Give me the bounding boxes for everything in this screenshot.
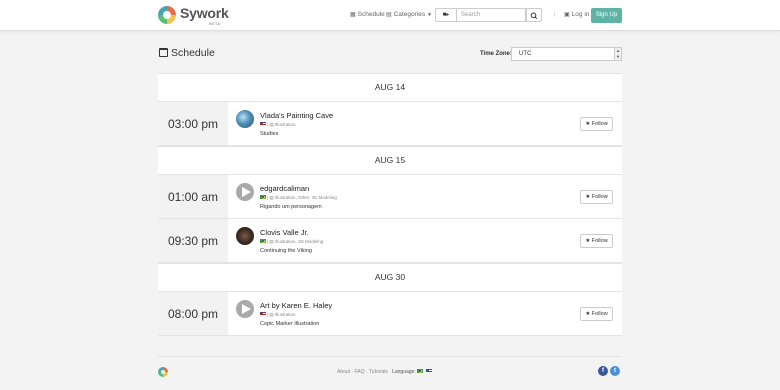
nav-categories-label: Categories: [393, 11, 426, 18]
logo-text: Sywork: [180, 5, 229, 21]
follow-button[interactable]: ★ Follow: [580, 117, 613, 131]
event-channel-name[interactable]: Art by Karen E. Haley: [260, 301, 332, 310]
event-description: Rigando um personagem: [260, 204, 322, 210]
caret-down-icon: ▼: [427, 12, 433, 18]
logo-mark-icon: [158, 6, 176, 24]
event-channel-name[interactable]: edgardcaliman: [260, 184, 309, 193]
us-flag-icon[interactable]: [425, 369, 432, 373]
event-time: 01:00 am: [158, 175, 228, 218]
footer-tutorials-link[interactable]: Tutorials: [369, 369, 388, 375]
day-header: AUG 15: [158, 146, 622, 175]
follow-label: Follow: [591, 194, 608, 200]
folder-icon: ▤: [269, 239, 274, 244]
us-flag-icon: [260, 122, 266, 126]
folder-icon: ▤: [269, 312, 274, 317]
avatar[interactable]: [236, 183, 254, 201]
select-arrows-icon: ▲ ▼: [614, 48, 621, 60]
nav-schedule-link[interactable]: ▦ Schedule: [350, 11, 385, 18]
calendar-icon: [159, 48, 168, 57]
timezone-label: Time Zone:: [480, 51, 512, 57]
footer-about-link[interactable]: About: [337, 369, 350, 375]
follow-button[interactable]: ★ Follow: [580, 190, 613, 204]
page-title-text: Schedule: [171, 47, 215, 59]
event-categories: Illustration: [274, 312, 296, 317]
event-meta: | ▤ Illustration, 3D Modeling: [260, 239, 323, 245]
event-description: Copic Marker Illustration: [260, 321, 320, 327]
footer-divider: [158, 356, 622, 357]
follow-label: Follow: [591, 311, 608, 317]
day-header: AUG 30: [158, 263, 622, 292]
star-icon: ★: [585, 194, 591, 200]
event-meta: | ▤ Illustration, Other, 3D Modeling: [260, 195, 337, 201]
beta-badge: BETA: [209, 21, 221, 26]
event-time: 08:00 pm: [158, 292, 228, 335]
avatar[interactable]: [236, 110, 254, 128]
event-description: Studies: [260, 131, 279, 137]
lock-icon: ▣: [564, 12, 570, 18]
folder-icon: ▤: [269, 195, 274, 200]
search-icon: [530, 12, 538, 19]
signup-button[interactable]: Sign Up: [591, 8, 622, 23]
sywork-logo[interactable]: Sywork BETA: [158, 5, 229, 27]
nav-divider: |: [554, 11, 556, 17]
navbar: Sywork BETA ▦ Schedule ▤ Categories ▼ ■▸ Se…: [0, 0, 780, 31]
timezone-value: UTC: [519, 51, 532, 57]
event-time: 09:30 pm: [158, 219, 228, 262]
page-title: Schedule: [159, 47, 215, 59]
event-meta: | ▤ Illustration: [260, 122, 295, 128]
facebook-icon[interactable]: f: [598, 366, 608, 376]
footer-separator: ·: [365, 369, 368, 375]
avatar[interactable]: [236, 227, 254, 245]
event-row: 01:00 am edgardcaliman | ▤ Illustration,…: [158, 175, 622, 219]
star-icon: ★: [585, 311, 591, 317]
event-categories: Illustration, 3D Modeling: [274, 239, 324, 244]
nav-schedule-label: Schedule: [357, 11, 385, 18]
footer-links: About · FAQ · Tutorials Language:: [337, 369, 433, 375]
timezone-select[interactable]: UTC ▲ ▼: [511, 47, 622, 61]
event-channel-name[interactable]: Vlada's Painting Cave: [260, 111, 333, 120]
footer-logo-icon[interactable]: [158, 367, 168, 377]
brazil-flag-icon: [260, 239, 266, 243]
event-time: 03:00 pm: [158, 102, 228, 145]
twitter-icon[interactable]: t: [610, 366, 620, 376]
video-filter-button[interactable]: ■▸: [435, 8, 456, 22]
video-camera-icon: ■▸: [442, 12, 450, 18]
nav-categories-dropdown[interactable]: ▤ Categories ▼: [386, 11, 432, 18]
follow-label: Follow: [591, 121, 608, 127]
event-categories: Illustration, Other, 3D Modeling: [274, 195, 337, 200]
folder-icon: ▤: [269, 122, 274, 127]
avatar[interactable]: [236, 300, 254, 318]
us-flag-icon: [260, 312, 266, 316]
login-link[interactable]: ▣ Log in: [564, 11, 589, 18]
event-categories: Illustration: [274, 122, 296, 127]
brazil-flag-icon[interactable]: [417, 369, 424, 373]
folder-icon: ▤: [386, 12, 392, 18]
day-header: AUG 14: [158, 73, 622, 102]
login-label: Log in: [571, 11, 590, 18]
event-channel-name[interactable]: Clovis Valle Jr.: [260, 228, 309, 237]
event-meta: | ▤ Illustration: [260, 312, 295, 318]
event-row: 08:00 pm Art by Karen E. Haley | ▤ Illus…: [158, 292, 622, 336]
follow-button[interactable]: ★ Follow: [580, 307, 613, 321]
star-icon: ★: [585, 121, 591, 127]
language-label: Language:: [392, 369, 416, 375]
event-row: 03:00 pm Vlada's Painting Cave | ▤ Illus…: [158, 102, 622, 146]
follow-label: Follow: [591, 238, 608, 244]
event-description: Continuing the Viking: [260, 248, 312, 254]
follow-button[interactable]: ★ Follow: [580, 234, 613, 248]
footer-faq-link[interactable]: FAQ: [355, 369, 365, 375]
search-button[interactable]: [526, 8, 542, 22]
star-icon: ★: [585, 238, 591, 244]
footer-separator: ·: [351, 369, 354, 375]
brazil-flag-icon: [260, 195, 266, 199]
search-input[interactable]: Search: [456, 8, 526, 22]
calendar-icon: ▦: [350, 12, 356, 18]
event-row: 09:30 pm Clovis Valle Jr. | ▤ Illustrati…: [158, 219, 622, 263]
